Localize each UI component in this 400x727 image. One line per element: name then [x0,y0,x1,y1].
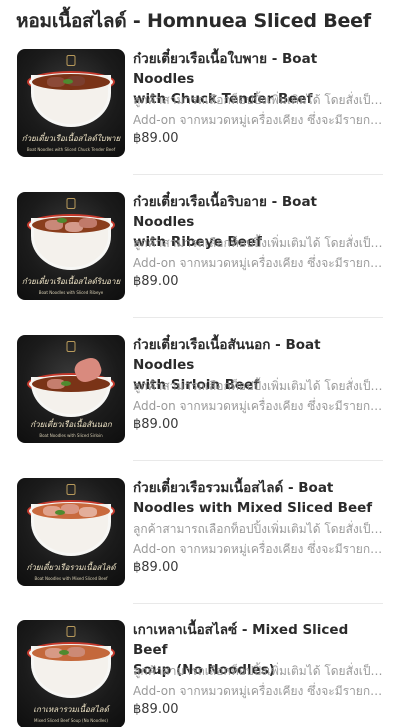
menu-item-description: ลูกค้าสามารถเลือกท็อปปิ้งเพิ่มเติมได้ โด… [133,664,383,698]
menu-item[interactable]: เกาเหลารวมเนื้อสไลด์ Mixed Sliced Beef S… [0,620,400,727]
menu-item-description: ลูกค้าสามารถเลือกท็อปปิ้งเพิ่มเติมได้ โด… [133,236,383,270]
menu-item[interactable]: ก๋วยเตี๋ยวเรือรวมเนื้อสไลด์ Boat Noodles… [0,478,400,621]
brand-logo-icon [66,341,76,352]
menu-item[interactable]: ก๋วยเตี๋ยวเรือเนื้อสไลด์ใบพาย Boat Noodl… [0,49,400,192]
image-caption: ก๋วยเตี๋ยวเรือเนื้อสันนอก [30,420,112,429]
menu-item-description: ลูกค้าสามารถเลือกท็อปปิ้งเพิ่มเติมได้ โด… [133,379,383,413]
divider [133,174,383,175]
divider [133,460,383,461]
menu-page: หอมเนื้อสไลด์ - Homnuea Sliced Beef ก๋วย… [0,0,400,727]
image-caption-en: Boat Noodles with Sliced Chuck Tender Be… [26,147,116,152]
image-caption-en: Boat Noodles with Mixed Sliced Beef [34,576,108,581]
menu-item-price: ฿89.00 [133,417,179,432]
menu-item[interactable]: ก๋วยเตี๋ยวเรือเนื้อสไลด์ริบอาย Boat Nood… [0,192,400,335]
image-caption-en: Mixed Sliced Beef Soup (No Noodles) [34,718,108,723]
brand-logo-icon [66,198,76,209]
image-caption: ก๋วยเตี๋ยวเรือเนื้อสไลด์ริบอาย [21,277,121,286]
menu-item-price: ฿89.00 [133,274,179,289]
menu-item-image[interactable]: เกาเหลารวมเนื้อสไลด์ Mixed Sliced Beef S… [17,620,125,727]
menu-item-price: ฿89.00 [133,131,179,146]
menu-item-description: ลูกค้าสามารถเลือกท็อปปิ้งเพิ่มเติมได้ โด… [133,93,383,127]
menu-item-image[interactable]: ก๋วยเตี๋ยวเรือเนื้อสไลด์ใบพาย Boat Noodl… [17,49,125,157]
brand-logo-icon [66,484,76,495]
menu-item-price: ฿89.00 [133,702,179,717]
menu-item-price: ฿89.00 [133,560,179,575]
menu-item[interactable]: ก๋วยเตี๋ยวเรือเนื้อสันนอก Boat Noodles w… [0,335,400,478]
brand-logo-icon [66,55,76,66]
menu-item-image[interactable]: ก๋วยเตี๋ยวเรือรวมเนื้อสไลด์ Boat Noodles… [17,478,125,586]
divider [133,317,383,318]
image-caption: ก๋วยเตี๋ยวเรือเนื้อสไลด์ใบพาย [21,134,121,143]
menu-item-description: ลูกค้าสามารถเลือกท็อปปิ้งเพิ่มเติมได้ โด… [133,522,383,556]
image-caption: เกาเหลารวมเนื้อสไลด์ [33,705,109,714]
brand-logo-icon [66,626,76,637]
divider [133,603,383,604]
image-caption: ก๋วยเตี๋ยวเรือรวมเนื้อสไลด์ [26,563,116,572]
section-title: หอมเนื้อสไลด์ - Homnuea Sliced Beef [16,10,371,32]
menu-item-image[interactable]: ก๋วยเตี๋ยวเรือเนื้อสันนอก Boat Noodles w… [17,335,125,443]
image-caption-en: Boat Noodles with Sliced Sirloin [39,433,103,438]
menu-item-image[interactable]: ก๋วยเตี๋ยวเรือเนื้อสไลด์ริบอาย Boat Nood… [17,192,125,300]
menu-item-name: ก๋วยเตี๋ยวเรือรวมเนื้อสไลด์ - Boat Noodl… [133,480,373,516]
image-caption-en: Boat Noodles with Sliced Ribeye [38,290,104,295]
